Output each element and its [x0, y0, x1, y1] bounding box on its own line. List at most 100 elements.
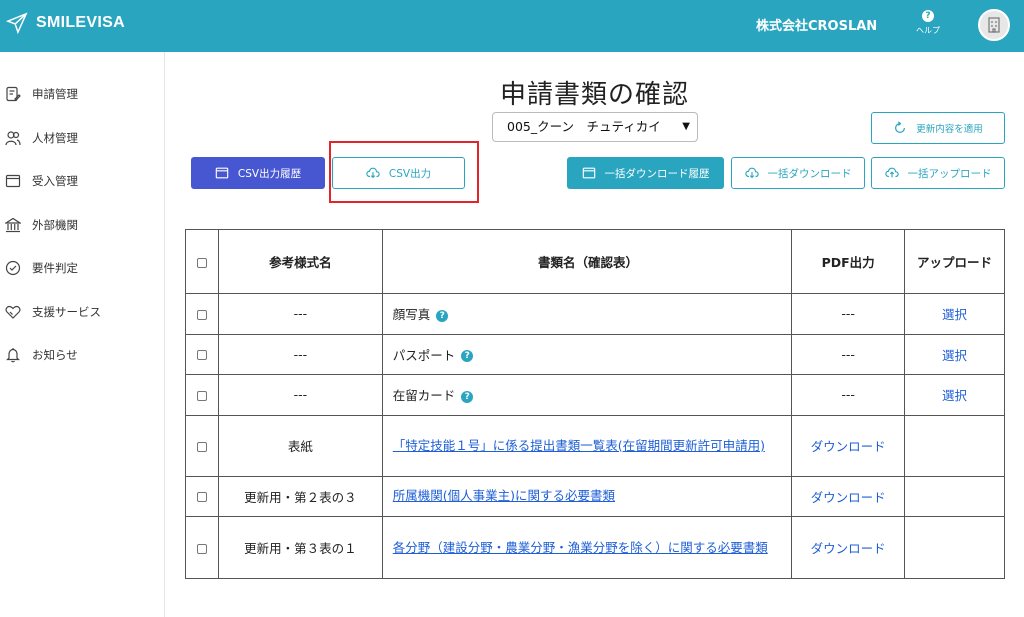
sidebar-item-requirements[interactable]: 要件判定 [0, 260, 164, 304]
sidebar: 申請管理 人材管理 受入管理 外部機関 要件判定 支援サービス お知らせ [0, 52, 165, 617]
sidebar-item-label: 申請管理 [32, 87, 78, 101]
bulk-download-button[interactable]: 一括ダウンロード [731, 157, 865, 189]
help-icon[interactable]: ? [436, 309, 449, 322]
row-checkbox[interactable] [196, 492, 207, 503]
help-label: ヘルプ [916, 26, 940, 35]
csv-history-label: CSV出力履歴 [237, 167, 302, 180]
building-avatar-icon [988, 17, 1000, 33]
documents-table: 参考様式名 書類名（確認表） PDF出力 アップロード --- 顔写真? ---… [185, 229, 1005, 579]
row-checkbox-cell [185, 516, 219, 579]
header-pdf: PDF出力 [791, 229, 906, 294]
doc-name: パスポート [392, 347, 456, 363]
upload-cell [904, 414, 1005, 477]
row-checkbox[interactable] [196, 390, 207, 401]
apply-update-label: 更新内容を適用 [916, 124, 983, 135]
row-checkbox[interactable] [196, 309, 207, 320]
select-all-checkbox[interactable] [196, 257, 207, 268]
row-checkbox[interactable] [196, 543, 207, 554]
row-checkbox[interactable] [196, 350, 207, 361]
apply-update-button[interactable]: 更新内容を適用 [871, 112, 1005, 144]
table-header-row: 参考様式名 書類名（確認表） PDF出力 アップロード [185, 229, 1005, 294]
select-upload-link[interactable]: 選択 [904, 333, 1005, 375]
sidebar-item-label: 外部機関 [32, 217, 78, 232]
pdf-download-link[interactable]: ダウンロード [791, 475, 906, 517]
ref-cell: 更新用・第３表の１ [217, 516, 383, 579]
select-upload-link[interactable]: 選択 [904, 293, 1005, 335]
sidebar-item-acceptance[interactable]: 受入管理 [0, 173, 164, 217]
ref-cell: 更新用・第２表の３ [217, 475, 383, 517]
ref-cell: --- [217, 333, 383, 375]
row-checkbox-cell [185, 333, 219, 375]
ref-cell: 表紙 [217, 414, 383, 477]
select-upload-link[interactable]: 選択 [904, 374, 1005, 416]
doc-cell: 各分野（建設分野・農業分野・漁業分野を除く）に関する必要書類 [381, 516, 793, 579]
header-upload: アップロード [904, 229, 1005, 294]
sidebar-item-support[interactable]: 支援サービス [0, 304, 164, 348]
building-icon [5, 217, 21, 232]
row-checkbox-cell [185, 374, 219, 416]
bulk-download-label: 一括ダウンロード [767, 167, 852, 180]
doc-cell: 「特定技能１号」に係る提出書類一覧表(在留期間更新許可申請用) [381, 414, 793, 477]
pdf-cell: --- [791, 374, 906, 416]
table-row: 更新用・第３表の１ 各分野（建設分野・農業分野・漁業分野を除く）に関する必要書類… [185, 516, 1005, 579]
cloud-download-icon [744, 167, 759, 179]
doc-link[interactable]: 各分野（建設分野・農業分野・漁業分野を除く）に関する必要書類 [393, 540, 768, 555]
doc-name: 在留カード [392, 388, 456, 404]
logo-text: SMILEVISA [36, 14, 125, 31]
row-checkbox-cell [185, 475, 219, 517]
avatar[interactable] [978, 9, 1010, 41]
logo[interactable]: SMILEVISA [6, 12, 125, 34]
doc-cell: パスポート? [381, 333, 793, 375]
csv-history-button[interactable]: CSV出力履歴 [191, 157, 325, 189]
table-row: --- パスポート? --- 選択 [185, 333, 1005, 375]
help-icon: ? [922, 10, 934, 22]
header-checkbox-cell [185, 229, 219, 294]
table-row: 表紙 「特定技能１号」に係る提出書類一覧表(在留期間更新許可申請用) ダウンロー… [185, 414, 1005, 477]
doc-cell: 在留カード? [381, 374, 793, 416]
doc-cell: 所属機関(個人事業主)に関する必要書類 [381, 475, 793, 517]
sidebar-item-personnel[interactable]: 人材管理 [0, 130, 164, 174]
doc-link[interactable]: 所属機関(個人事業主)に関する必要書類 [393, 488, 615, 503]
chevron-down-icon: ▼ [682, 121, 690, 132]
help-icon[interactable]: ? [461, 390, 474, 403]
bulk-upload-label: 一括アップロード [907, 167, 992, 180]
pdf-download-link[interactable]: ダウンロード [791, 414, 906, 477]
sidebar-item-label: 要件判定 [32, 261, 78, 275]
window-icon [5, 174, 21, 188]
document-edit-icon [6, 86, 21, 102]
window-icon [215, 167, 229, 179]
people-icon [5, 130, 21, 145]
bell-icon [6, 348, 20, 363]
sidebar-item-external[interactable]: 外部機関 [0, 217, 164, 261]
ref-cell: --- [217, 293, 383, 335]
paper-plane-icon [6, 12, 28, 34]
header-ref: 参考様式名 [217, 229, 383, 294]
pdf-cell: --- [791, 293, 906, 335]
row-checkbox[interactable] [196, 441, 207, 452]
download-history-button[interactable]: 一括ダウンロード履歴 [567, 157, 724, 189]
header-doc: 書類名（確認表） [381, 229, 793, 294]
doc-link[interactable]: 「特定技能１号」に係る提出書類一覧表(在留期間更新許可申請用) [393, 438, 765, 453]
refresh-icon [895, 121, 906, 133]
upload-cell [904, 516, 1005, 579]
company-name: 株式会社CROSLAN [756, 19, 878, 34]
sidebar-item-label: お知らせ [32, 348, 78, 362]
window-icon [582, 167, 595, 179]
table-row: --- 顔写真? --- 選択 [185, 293, 1005, 335]
pdf-cell: --- [791, 333, 906, 375]
row-checkbox-cell [185, 293, 219, 335]
person-select-value: 005_クーン チュティカイ [507, 119, 661, 134]
sidebar-item-label: 支援サービス [32, 304, 101, 319]
doc-cell: 顔写真? [381, 293, 793, 335]
bulk-upload-button[interactable]: 一括アップロード [871, 157, 1005, 189]
highlight-box [329, 141, 479, 203]
help-icon[interactable]: ? [461, 350, 474, 363]
download-history-label: 一括ダウンロード履歴 [604, 167, 710, 180]
person-select[interactable]: 005_クーン チュティカイ ▼ [492, 112, 698, 142]
help-button[interactable]: ? ヘルプ [908, 10, 948, 36]
sidebar-item-notices[interactable]: お知らせ [0, 347, 164, 391]
check-circle-icon [5, 260, 21, 276]
sidebar-item-applications[interactable]: 申請管理 [0, 86, 164, 130]
table-row: 更新用・第２表の３ 所属機関(個人事業主)に関する必要書類 ダウンロード [185, 475, 1005, 517]
pdf-download-link[interactable]: ダウンロード [791, 516, 906, 579]
